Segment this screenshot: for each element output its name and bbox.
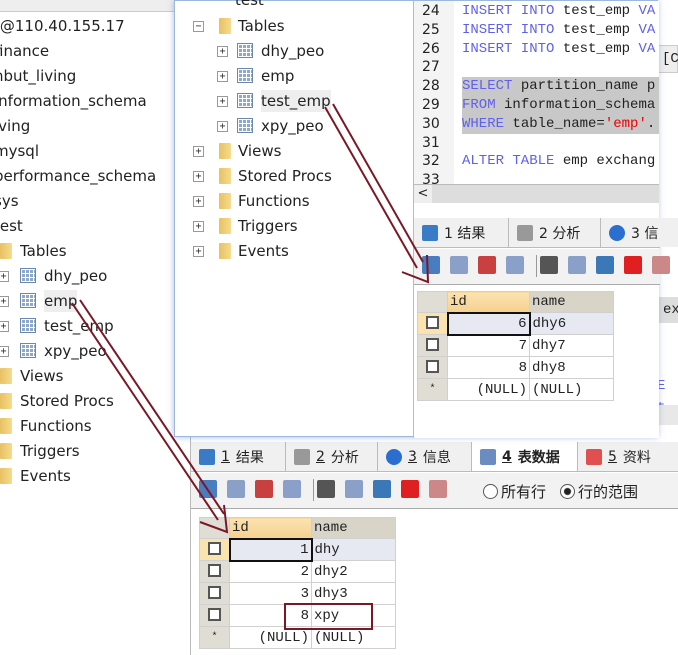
arrow-test-emp-to-grid [324, 103, 430, 284]
arrow-emp-to-grid [71, 299, 229, 534]
annotation-arrows [71, 103, 430, 534]
